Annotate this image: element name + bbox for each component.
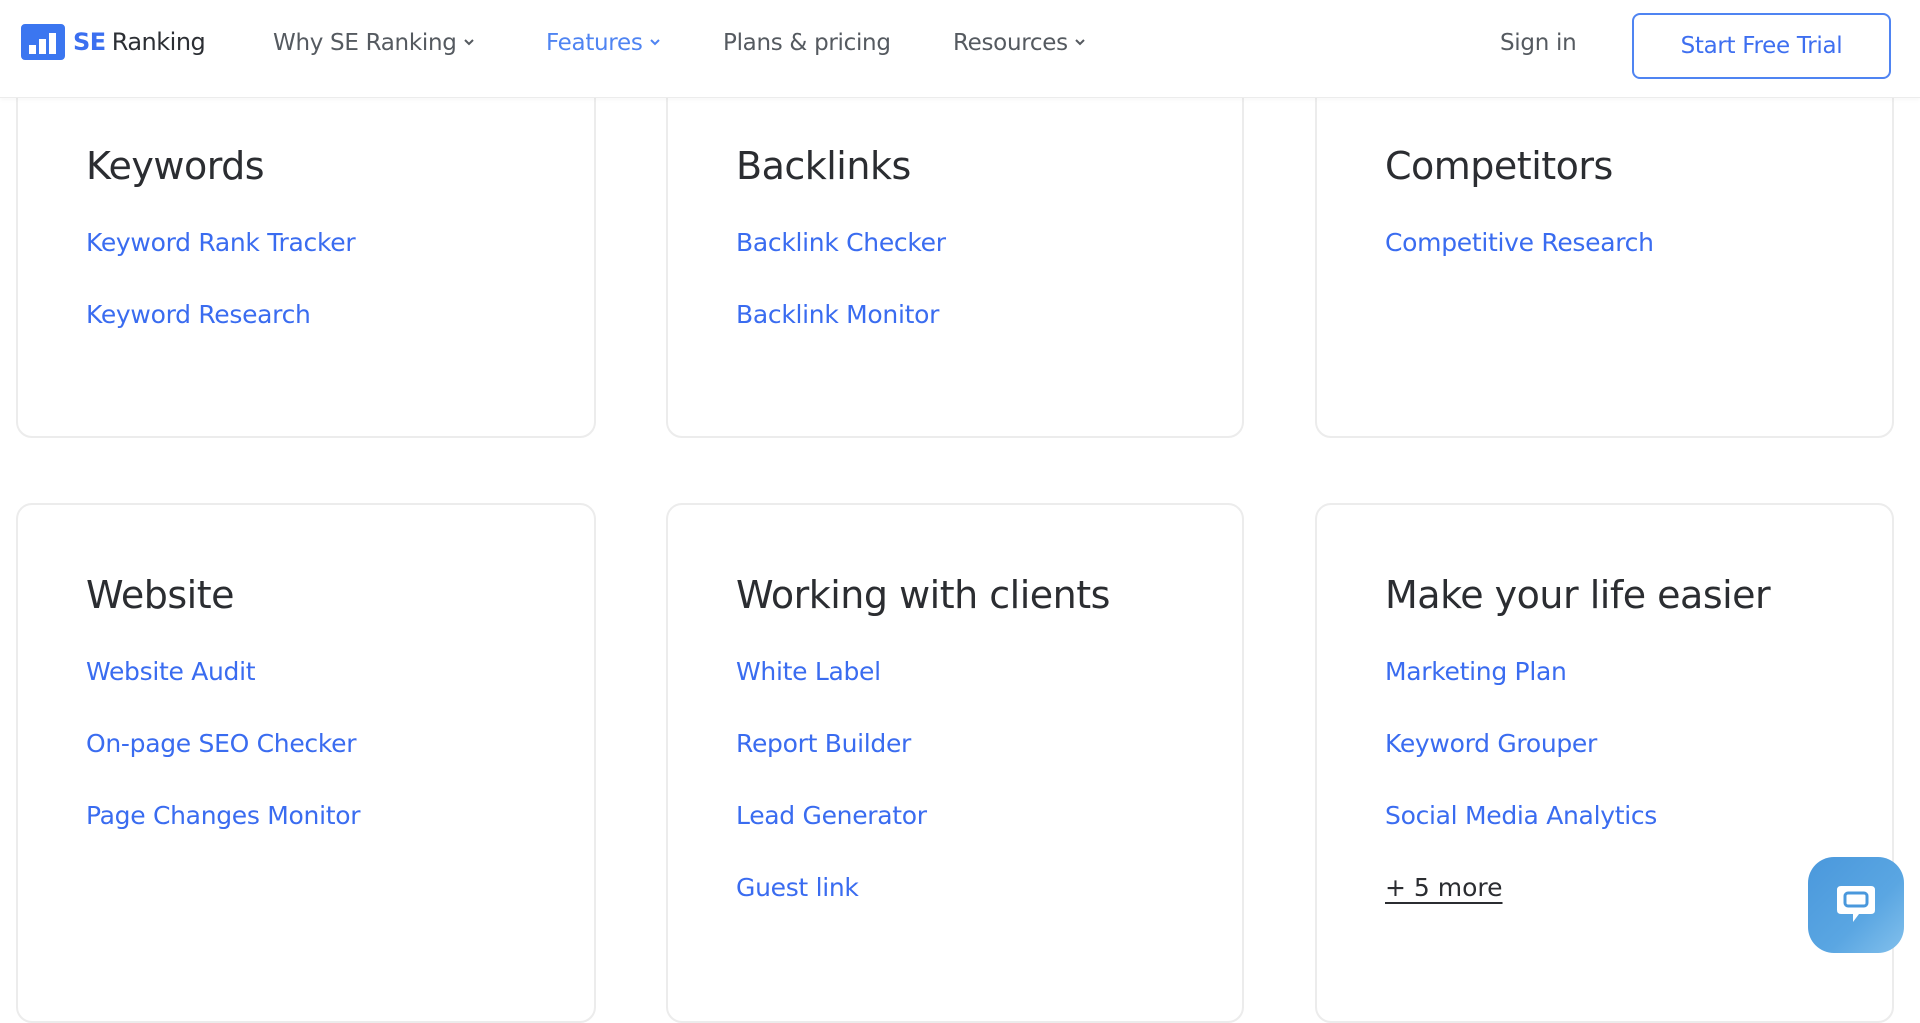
link-lead-generator[interactable]: Lead Generator — [736, 801, 927, 830]
chevron-down-icon — [463, 38, 474, 47]
chat-widget-button[interactable] — [1808, 857, 1904, 953]
link-backlink-checker[interactable]: Backlink Checker — [736, 228, 946, 257]
nav-why-se-ranking[interactable]: Why SE Ranking — [273, 30, 474, 56]
start-free-trial-button[interactable]: Start Free Trial — [1632, 13, 1891, 79]
card-keywords: Keywords Keyword Rank Tracker Keyword Re… — [16, 40, 596, 438]
link-backlink-monitor[interactable]: Backlink Monitor — [736, 300, 939, 329]
link-white-label[interactable]: White Label — [736, 657, 881, 686]
nav-features[interactable]: Features — [546, 30, 660, 56]
link-report-builder[interactable]: Report Builder — [736, 729, 911, 758]
show-more-link[interactable]: + 5 more — [1385, 873, 1503, 902]
card-title: Make your life easier — [1385, 573, 1771, 617]
card-competitors: Competitors Competitive Research — [1315, 40, 1894, 438]
nav-label: Plans & pricing — [723, 30, 891, 56]
link-competitive-research[interactable]: Competitive Research — [1385, 228, 1654, 257]
chat-bubble-icon — [1831, 878, 1881, 932]
nav-label: Why SE Ranking — [273, 30, 457, 56]
link-keyword-research[interactable]: Keyword Research — [86, 300, 311, 329]
link-page-changes-monitor[interactable]: Page Changes Monitor — [86, 801, 361, 830]
logo-bar-chart-icon — [21, 24, 65, 60]
card-title: Keywords — [86, 144, 265, 188]
card-working-with-clients: Working with clients White Label Report … — [666, 503, 1244, 1023]
nav-label: Features — [546, 30, 643, 56]
link-social-media-analytics[interactable]: Social Media Analytics — [1385, 801, 1657, 830]
top-navbar: SE Ranking Why SE Ranking Features Plans… — [0, 0, 1920, 98]
logo-link[interactable]: SE Ranking — [21, 24, 206, 60]
link-keyword-grouper[interactable]: Keyword Grouper — [1385, 729, 1597, 758]
nav-label: Resources — [953, 30, 1068, 56]
card-title: Working with clients — [736, 573, 1110, 617]
link-marketing-plan[interactable]: Marketing Plan — [1385, 657, 1567, 686]
logo-text-ranking: Ranking — [111, 28, 206, 56]
link-keyword-rank-tracker[interactable]: Keyword Rank Tracker — [86, 228, 356, 257]
card-website: Website Website Audit On-page SEO Checke… — [16, 503, 596, 1023]
link-website-audit[interactable]: Website Audit — [86, 657, 256, 686]
nav-resources[interactable]: Resources — [953, 30, 1085, 56]
sign-in-link[interactable]: Sign in — [1500, 30, 1577, 56]
card-title: Backlinks — [736, 144, 911, 188]
card-make-your-life-easier: Make your life easier Marketing Plan Key… — [1315, 503, 1894, 1023]
chevron-down-icon — [649, 38, 660, 47]
card-title: Website — [86, 573, 234, 617]
card-backlinks: Backlinks Backlink Checker Backlink Moni… — [666, 40, 1244, 438]
nav-plans-pricing[interactable]: Plans & pricing — [723, 30, 891, 56]
link-on-page-seo-checker[interactable]: On-page SEO Checker — [86, 729, 357, 758]
link-guest-link[interactable]: Guest link — [736, 873, 859, 902]
card-title: Competitors — [1385, 144, 1613, 188]
chevron-down-icon — [1075, 38, 1085, 47]
logo-text-se: SE — [73, 28, 106, 56]
